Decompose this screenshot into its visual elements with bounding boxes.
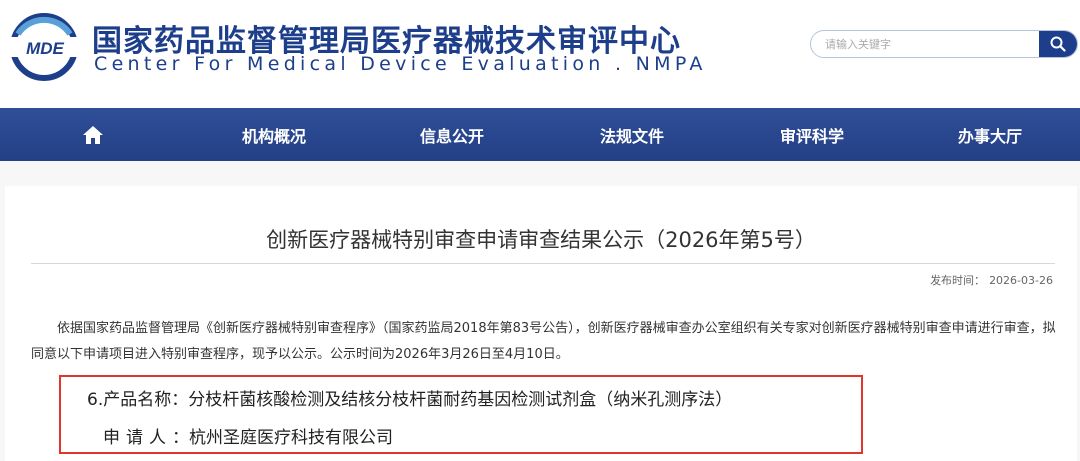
publish-date: 2026-03-26 (989, 274, 1053, 287)
publish-label: 发布时间： (930, 274, 986, 287)
highlighted-item: 6.产品名称：分枝杆菌核酸检测及结核分枝杆菌耐药基因检测试剂盒（纳米孔测序法） … (59, 375, 863, 454)
applicant-line: 申请人：杭州圣庭医疗科技有限公司 (103, 423, 393, 448)
article-title: 创新医疗器械特别审查申请审查结果公示（2026年第5号） (266, 228, 816, 252)
main-nav: 机构概况 信息公开 法规文件 审评科学 办事大厅 (0, 108, 1080, 161)
product-label: 产品名称： (103, 390, 189, 410)
nav-item-about[interactable]: 机构概况 (236, 108, 312, 161)
product-line: 6.产品名称：分枝杆菌核酸检测及结核分枝杆菌耐药基因检测试剂盒（纳米孔测序法） (87, 385, 732, 410)
search-button[interactable] (1039, 31, 1077, 57)
home-icon (83, 125, 103, 144)
publish-time: 发布时间： 2026-03-26 (930, 272, 1053, 288)
svg-text:MDE: MDE (26, 39, 64, 58)
item-number: 6. (87, 390, 104, 410)
search-icon (1050, 36, 1066, 52)
applicant-name: 杭州圣庭医疗科技有限公司 (189, 428, 393, 448)
applicant-label: 申请人 (103, 428, 172, 448)
applicant-colon: ： (172, 428, 189, 448)
mde-logo[interactable]: MDE (6, 12, 84, 82)
article-body: 依据国家药品监督管理局《创新医疗器械特别审查程序》（国家药监局2018年第83号… (31, 321, 1056, 362)
nav-item-science[interactable]: 审评科学 (774, 108, 850, 161)
search-box (810, 30, 1078, 58)
article-card: 创新医疗器械特别审查申请审查结果公示（2026年第5号） 发布时间： 2026-0… (5, 186, 1077, 461)
site-header: MDE 国家药品监督管理局医疗器械技术审评中心 Center For Medic… (0, 0, 1080, 108)
product-name: 分枝杆菌核酸检测及结核分枝杆菌耐药基因检测试剂盒（纳米孔测序法） (188, 390, 733, 410)
nav-item-info[interactable]: 信息公开 (414, 108, 490, 161)
site-title-en: Center For Medical Device Evaluation . N… (94, 53, 707, 75)
nav-home[interactable] (68, 108, 118, 161)
nav-item-services[interactable]: 办事大厅 (952, 108, 1028, 161)
title-divider (31, 263, 1055, 264)
search-input[interactable] (811, 31, 1041, 57)
nav-item-regulations[interactable]: 法规文件 (594, 108, 670, 161)
